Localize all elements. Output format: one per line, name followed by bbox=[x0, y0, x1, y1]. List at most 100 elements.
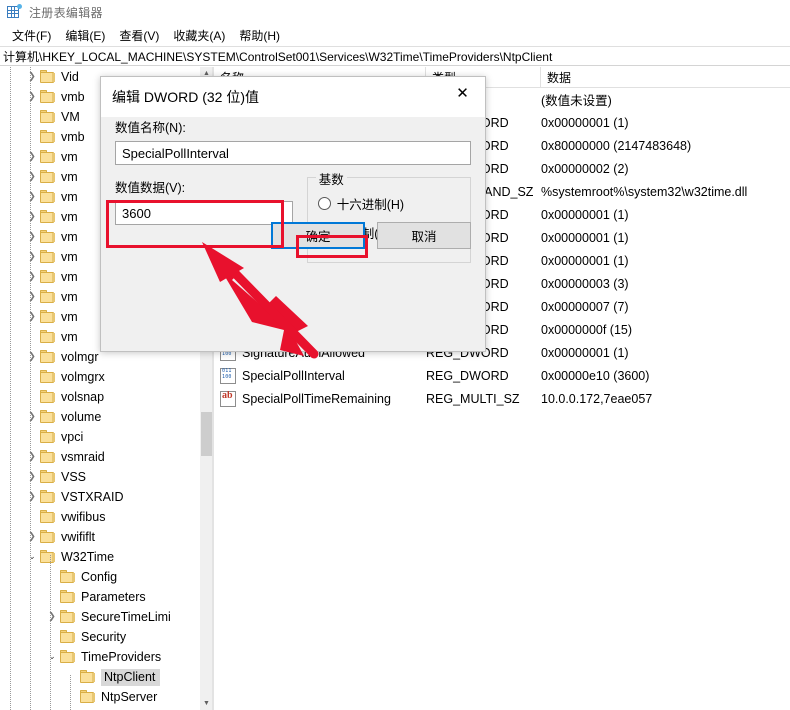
tree-node-label: Config bbox=[81, 570, 118, 584]
cell-value-data: 0x00000002 (2) bbox=[541, 161, 629, 176]
folder-icon bbox=[40, 150, 56, 164]
cell-value-data: 0x00000003 (3) bbox=[541, 276, 629, 291]
chevron-right-icon[interactable]: ❯ bbox=[24, 247, 40, 267]
cancel-button[interactable]: 取消 bbox=[377, 222, 471, 249]
edit-dword-dialog: 编辑 DWORD (32 位)值 ✕ 数值名称(N): SpecialPollI… bbox=[100, 76, 486, 352]
cell-value-name: SpecialPollInterval bbox=[214, 367, 426, 384]
value-name-input[interactable]: SpecialPollInterval bbox=[115, 141, 471, 165]
chevron-right-icon[interactable]: ❯ bbox=[44, 607, 60, 627]
cell-value-type: REG_MULTI_SZ bbox=[426, 391, 520, 406]
chevron-down-icon[interactable]: ⌄ bbox=[44, 647, 60, 667]
tree-leaf-spacer bbox=[24, 507, 40, 527]
value-data-label: 数值数据(V): bbox=[115, 181, 186, 195]
chevron-right-icon[interactable]: ❯ bbox=[24, 287, 40, 307]
tree-leaf-spacer bbox=[24, 367, 40, 387]
tree-leaf-spacer bbox=[24, 327, 40, 347]
folder-icon bbox=[40, 550, 56, 564]
address-bar[interactable]: 计算机\HKEY_LOCAL_MACHINE\SYSTEM\ControlSet… bbox=[0, 46, 790, 66]
value-name-text: SpecialPollTimeRemaining bbox=[242, 391, 391, 406]
cell-value-data: 0x00000007 (7) bbox=[541, 299, 629, 314]
folder-icon bbox=[60, 650, 76, 664]
chevron-right-icon[interactable]: ❯ bbox=[24, 447, 40, 467]
binary-value-icon bbox=[220, 367, 236, 384]
tree-node-label: volume bbox=[61, 410, 102, 424]
cell-value-data: 0x00000001 (1) bbox=[541, 230, 629, 245]
folder-icon bbox=[40, 370, 56, 384]
cell-value-data: 0x00000001 (1) bbox=[541, 253, 629, 268]
tree-node-label: VM bbox=[61, 110, 80, 124]
radio-hex-label: 十六进制(H) bbox=[336, 198, 405, 212]
cell-value-data: 0x00000001 (1) bbox=[541, 207, 629, 222]
chevron-right-icon[interactable]: ❯ bbox=[24, 167, 40, 187]
chevron-right-icon[interactable]: ❯ bbox=[24, 207, 40, 227]
tree-node-label: vmb bbox=[61, 90, 85, 104]
folder-icon bbox=[40, 350, 56, 364]
chevron-right-icon[interactable]: ❯ bbox=[24, 87, 40, 107]
folder-icon bbox=[40, 470, 56, 484]
registry-editor-window: 注册表编辑器 文件(F) 编辑(E) 查看(V) 收藏夹(A) 帮助(H) 计算机\HK… bbox=[0, 0, 790, 710]
folder-icon bbox=[40, 430, 56, 444]
cell-value-data: 10.0.0.172,7eae057 bbox=[541, 391, 653, 406]
chevron-right-icon[interactable]: ❯ bbox=[24, 147, 40, 167]
menu-favorites[interactable]: 收藏夹(A) bbox=[166, 25, 232, 46]
tree-node-label: NtpClient bbox=[101, 668, 161, 686]
folder-icon bbox=[40, 70, 56, 84]
tree-guide-line bbox=[50, 555, 51, 710]
chevron-down-icon[interactable]: ⌄ bbox=[24, 547, 40, 567]
cell-value-data: 0x00000001 (1) bbox=[541, 115, 629, 130]
chevron-right-icon[interactable]: ❯ bbox=[24, 67, 40, 87]
folder-icon bbox=[40, 250, 56, 264]
folder-icon bbox=[40, 310, 56, 324]
cell-value-data: 0x80000000 (2147483648) bbox=[541, 138, 692, 153]
tree-node-label: W32Time bbox=[61, 550, 115, 564]
tree-node-label: vm bbox=[61, 290, 78, 304]
cell-value-name: SpecialPollTimeRemaining bbox=[214, 390, 426, 407]
chevron-right-icon[interactable]: ❯ bbox=[24, 467, 40, 487]
chevron-right-icon[interactable]: ❯ bbox=[24, 527, 40, 547]
column-header-data[interactable]: 数据 bbox=[541, 67, 790, 87]
chevron-right-icon[interactable]: ❯ bbox=[24, 267, 40, 287]
tree-node-label: volsnap bbox=[61, 390, 105, 404]
registry-editor-icon bbox=[6, 4, 22, 20]
chevron-right-icon[interactable]: ❯ bbox=[24, 307, 40, 327]
tree-node-label: vm bbox=[61, 310, 78, 324]
chevron-right-icon[interactable]: ❯ bbox=[24, 487, 40, 507]
folder-icon bbox=[80, 670, 96, 684]
dialog-body: 数值名称(N): SpecialPollInterval 数值数据(V): 36… bbox=[101, 117, 485, 263]
menu-help[interactable]: 帮助(H) bbox=[232, 25, 287, 46]
ok-button[interactable]: 确定 bbox=[271, 222, 365, 249]
table-row[interactable]: SpecialPollTimeRemaining REG_MULTI_SZ 10.0… bbox=[214, 387, 790, 410]
scroll-down-icon[interactable]: ▼ bbox=[200, 697, 213, 710]
base-group-label: 基数 bbox=[315, 169, 347, 188]
address-path: 计算机\HKEY_LOCAL_MACHINE\SYSTEM\ControlSet… bbox=[3, 49, 553, 64]
chevron-right-icon[interactable]: ❯ bbox=[24, 347, 40, 367]
value-name-label: 数值名称(N): bbox=[115, 121, 186, 135]
tree-leaf-spacer bbox=[44, 587, 60, 607]
tree-node-label: vwifibus bbox=[61, 510, 106, 524]
menu-view[interactable]: 查看(V) bbox=[112, 25, 166, 46]
tree-leaf-spacer bbox=[24, 387, 40, 407]
tree-leaf-spacer bbox=[64, 667, 80, 687]
radio-hexadecimal[interactable]: 十六进制(H) bbox=[317, 194, 460, 213]
tree-node-label: volmgrx bbox=[61, 370, 105, 384]
chevron-right-icon[interactable]: ❯ bbox=[24, 227, 40, 247]
title-bar: 注册表编辑器 bbox=[0, 0, 790, 24]
tree-node-label: SecureTimeLimi bbox=[81, 610, 171, 624]
chevron-right-icon[interactable]: ❯ bbox=[24, 187, 40, 207]
close-icon[interactable]: ✕ bbox=[440, 77, 485, 109]
tree-node-label: vm bbox=[61, 150, 78, 164]
menu-edit[interactable]: 编辑(E) bbox=[58, 25, 112, 46]
folder-icon bbox=[80, 690, 96, 704]
tree-node-label: vm bbox=[61, 270, 78, 284]
tree-node-label: vpci bbox=[61, 430, 84, 444]
folder-icon bbox=[40, 330, 56, 344]
string-value-icon bbox=[220, 390, 236, 407]
chevron-right-icon[interactable]: ❯ bbox=[24, 407, 40, 427]
menu-file[interactable]: 文件(F) bbox=[5, 25, 58, 46]
tree-node-label: TimeProviders bbox=[81, 650, 162, 664]
tree-scrollbar-thumb[interactable] bbox=[201, 412, 212, 456]
folder-icon bbox=[40, 190, 56, 204]
table-row[interactable]: SpecialPollInterval REG_DWORD 0x00000e10 (… bbox=[214, 364, 790, 387]
window-title: 注册表编辑器 bbox=[29, 5, 103, 20]
folder-icon bbox=[40, 130, 56, 144]
